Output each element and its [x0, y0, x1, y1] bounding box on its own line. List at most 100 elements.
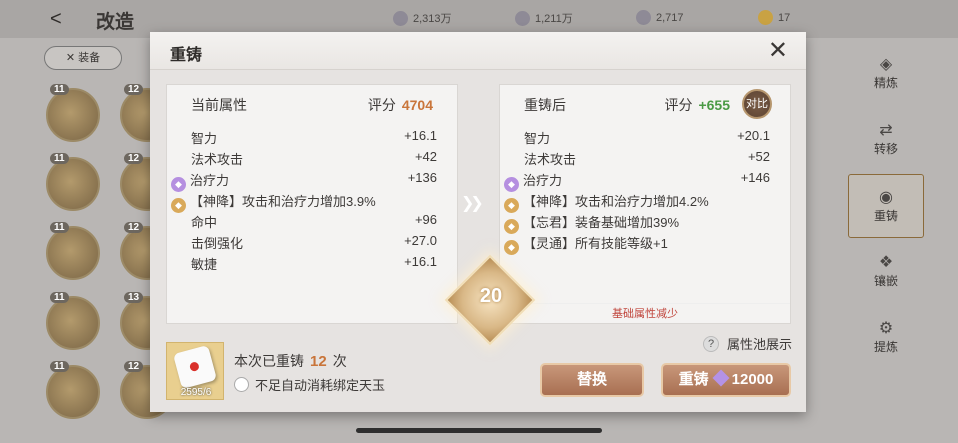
slot-level: 12 — [124, 222, 144, 233]
attr-name: 【神降】攻击和治疗力增加3.9% — [190, 194, 376, 209]
menu-transfer[interactable]: ⇄ 转移 — [848, 108, 924, 172]
reforge-cost: 12000 — [731, 371, 774, 388]
after-reforge-panel: 重铸后 评分 +655 对比 智力 +20.1 法术攻击 +52 ◆ 治疗力 +14… — [499, 84, 791, 324]
currency-value: 1,211万 — [535, 13, 573, 25]
equip-slot[interactable]: 11 — [46, 84, 100, 142]
attr-value: +136 — [407, 170, 437, 185]
menu-extract[interactable]: ⚙ 提炼 — [848, 306, 924, 370]
menu-label: 镶嵌 — [873, 274, 898, 288]
equip-slot[interactable]: 11 — [46, 153, 100, 211]
help-icon[interactable]: ? — [703, 335, 719, 352]
attr-row: ◆ 【神降】攻击和治疗力增加3.9% — [171, 191, 437, 213]
pool-label: 属性池展示 — [727, 337, 793, 352]
dice-item[interactable]: 2595/6 — [166, 342, 224, 400]
home-indicator[interactable] — [356, 428, 602, 433]
menu-refine[interactable]: ◈ 精炼 — [848, 42, 924, 106]
menu-reforge[interactable]: ◉ 重铸 — [848, 174, 924, 238]
attr-row: 智力 +20.1 — [524, 128, 770, 148]
currency-value: 2,717 — [656, 11, 684, 24]
attr-row: ◆ 【忘君】装备基础增加39% — [504, 212, 770, 234]
menu-label: 提炼 — [873, 340, 898, 354]
equip-slot[interactable]: 11 — [46, 361, 100, 419]
back-arrow-icon[interactable]: < — [50, 8, 62, 31]
gem-icon — [636, 10, 651, 25]
attr-name: 智力 — [524, 131, 551, 146]
reforge-button[interactable]: 重铸 12000 — [661, 363, 791, 397]
reforge-count-prefix: 本次已重铸 — [234, 353, 304, 369]
attr-row: 法术攻击 +42 — [191, 149, 437, 169]
reforge-count-suffix: 次 — [332, 353, 347, 369]
attr-row: 智力 +16.1 — [191, 128, 437, 148]
menu-label: 精炼 — [873, 76, 898, 90]
jade-currency-icon — [712, 369, 730, 387]
reforge-count-badge-number: 20 — [479, 285, 503, 307]
auto-consume-label: 不足自动消耗绑定天玉 — [255, 378, 386, 393]
attr-value: +52 — [747, 149, 770, 164]
auto-consume-radio[interactable] — [234, 377, 249, 392]
attr-name: 【灵通】所有技能等级+1 — [523, 236, 668, 251]
gold-attr-icon: ◆ — [504, 240, 519, 255]
refine-icon: ◈ — [879, 56, 893, 73]
compare-button[interactable]: 对比 — [742, 89, 772, 119]
equip-slot[interactable]: 11 — [46, 292, 100, 350]
dice-icon — [172, 344, 218, 390]
score-label: 评分 — [367, 97, 396, 113]
slot-level: 12 — [124, 84, 144, 95]
slot-level: 12 — [124, 361, 144, 372]
currency-3: 2,717 — [636, 10, 684, 25]
slot-level: 11 — [50, 361, 69, 372]
attr-row: 击倒强化 +27.0 — [191, 233, 437, 253]
attr-value: +146 — [740, 170, 770, 185]
attr-name: 智力 — [191, 131, 218, 146]
attr-row: 敏捷 +16.1 — [191, 254, 437, 274]
equip-slot[interactable]: 11 — [46, 222, 100, 280]
inlay-icon: ❖ — [878, 254, 894, 271]
dialog-title: 重铸 — [170, 47, 203, 64]
currency-2: 1,211万 — [515, 10, 573, 26]
slot-level: 11 — [50, 84, 69, 95]
attr-name: 治疗力 — [523, 173, 563, 188]
panel-title: 当前属性 — [191, 97, 247, 113]
currency-4: 17 — [758, 10, 790, 25]
score: 评分 +655 — [664, 95, 730, 115]
reforge-dialog: 重铸 ✕ 当前属性 评分 4704 智力 +16.1 法术攻击 +42 ◆ 治疗力 … — [150, 32, 806, 412]
attr-name: 命中 — [191, 215, 218, 230]
dice-count: 2595/6 — [180, 387, 212, 398]
auto-consume-option[interactable]: 不足自动消耗绑定天玉 — [234, 375, 385, 394]
menu-inlay[interactable]: ❖ 镶嵌 — [848, 240, 924, 304]
attr-value: +42 — [414, 149, 437, 164]
gear-coin-icon — [515, 10, 530, 26]
reforge-button-label: 重铸 — [678, 371, 709, 388]
score-value: +655 — [698, 97, 730, 113]
panel-title: 重铸后 — [524, 97, 566, 113]
attr-name: 【忘君】装备基础增加39% — [523, 215, 680, 230]
slot-level: 11 — [50, 292, 69, 303]
score-value: 4704 — [401, 97, 433, 113]
slot-level: 13 — [124, 292, 144, 303]
attr-value: +16.1 — [404, 254, 437, 269]
attr-row: 法术攻击 +52 — [524, 149, 770, 169]
extract-icon: ⚙ — [878, 320, 894, 337]
menu-label: 转移 — [873, 142, 898, 156]
slot-level: 11 — [50, 222, 69, 233]
currency-value: 2,313万 — [413, 13, 452, 25]
attribute-pool-link[interactable]: ? 属性池展示 — [703, 334, 792, 353]
currency-1: 2,313万 — [393, 10, 452, 26]
purple-attr-icon: ◆ — [171, 177, 186, 192]
equip-tab[interactable]: ✕ 装备 — [44, 46, 122, 70]
panel-header: 当前属性 评分 4704 — [167, 95, 457, 117]
reforge-count-value: 12 — [310, 353, 327, 370]
attr-value: +96 — [414, 212, 437, 227]
slot-level: 12 — [124, 153, 144, 164]
attr-value: +27.0 — [404, 233, 437, 248]
attr-row: 命中 +96 — [191, 212, 437, 232]
gold-attr-icon: ◆ — [504, 219, 519, 234]
replace-button[interactable]: 替换 — [540, 363, 644, 397]
reforge-icon: ◉ — [879, 189, 893, 206]
panel-header: 重铸后 评分 +655 对比 — [500, 89, 790, 119]
current-attributes-panel: 当前属性 评分 4704 智力 +16.1 法术攻击 +42 ◆ 治疗力 +136 … — [166, 84, 458, 324]
close-icon[interactable]: ✕ — [768, 36, 788, 65]
attr-value: +16.1 — [404, 128, 437, 143]
attr-name: 敏捷 — [191, 257, 218, 272]
side-menu: ◈ 精炼 ⇄ 转移 ◉ 重铸 ❖ 镶嵌 ⚙ 提炼 — [848, 40, 924, 400]
